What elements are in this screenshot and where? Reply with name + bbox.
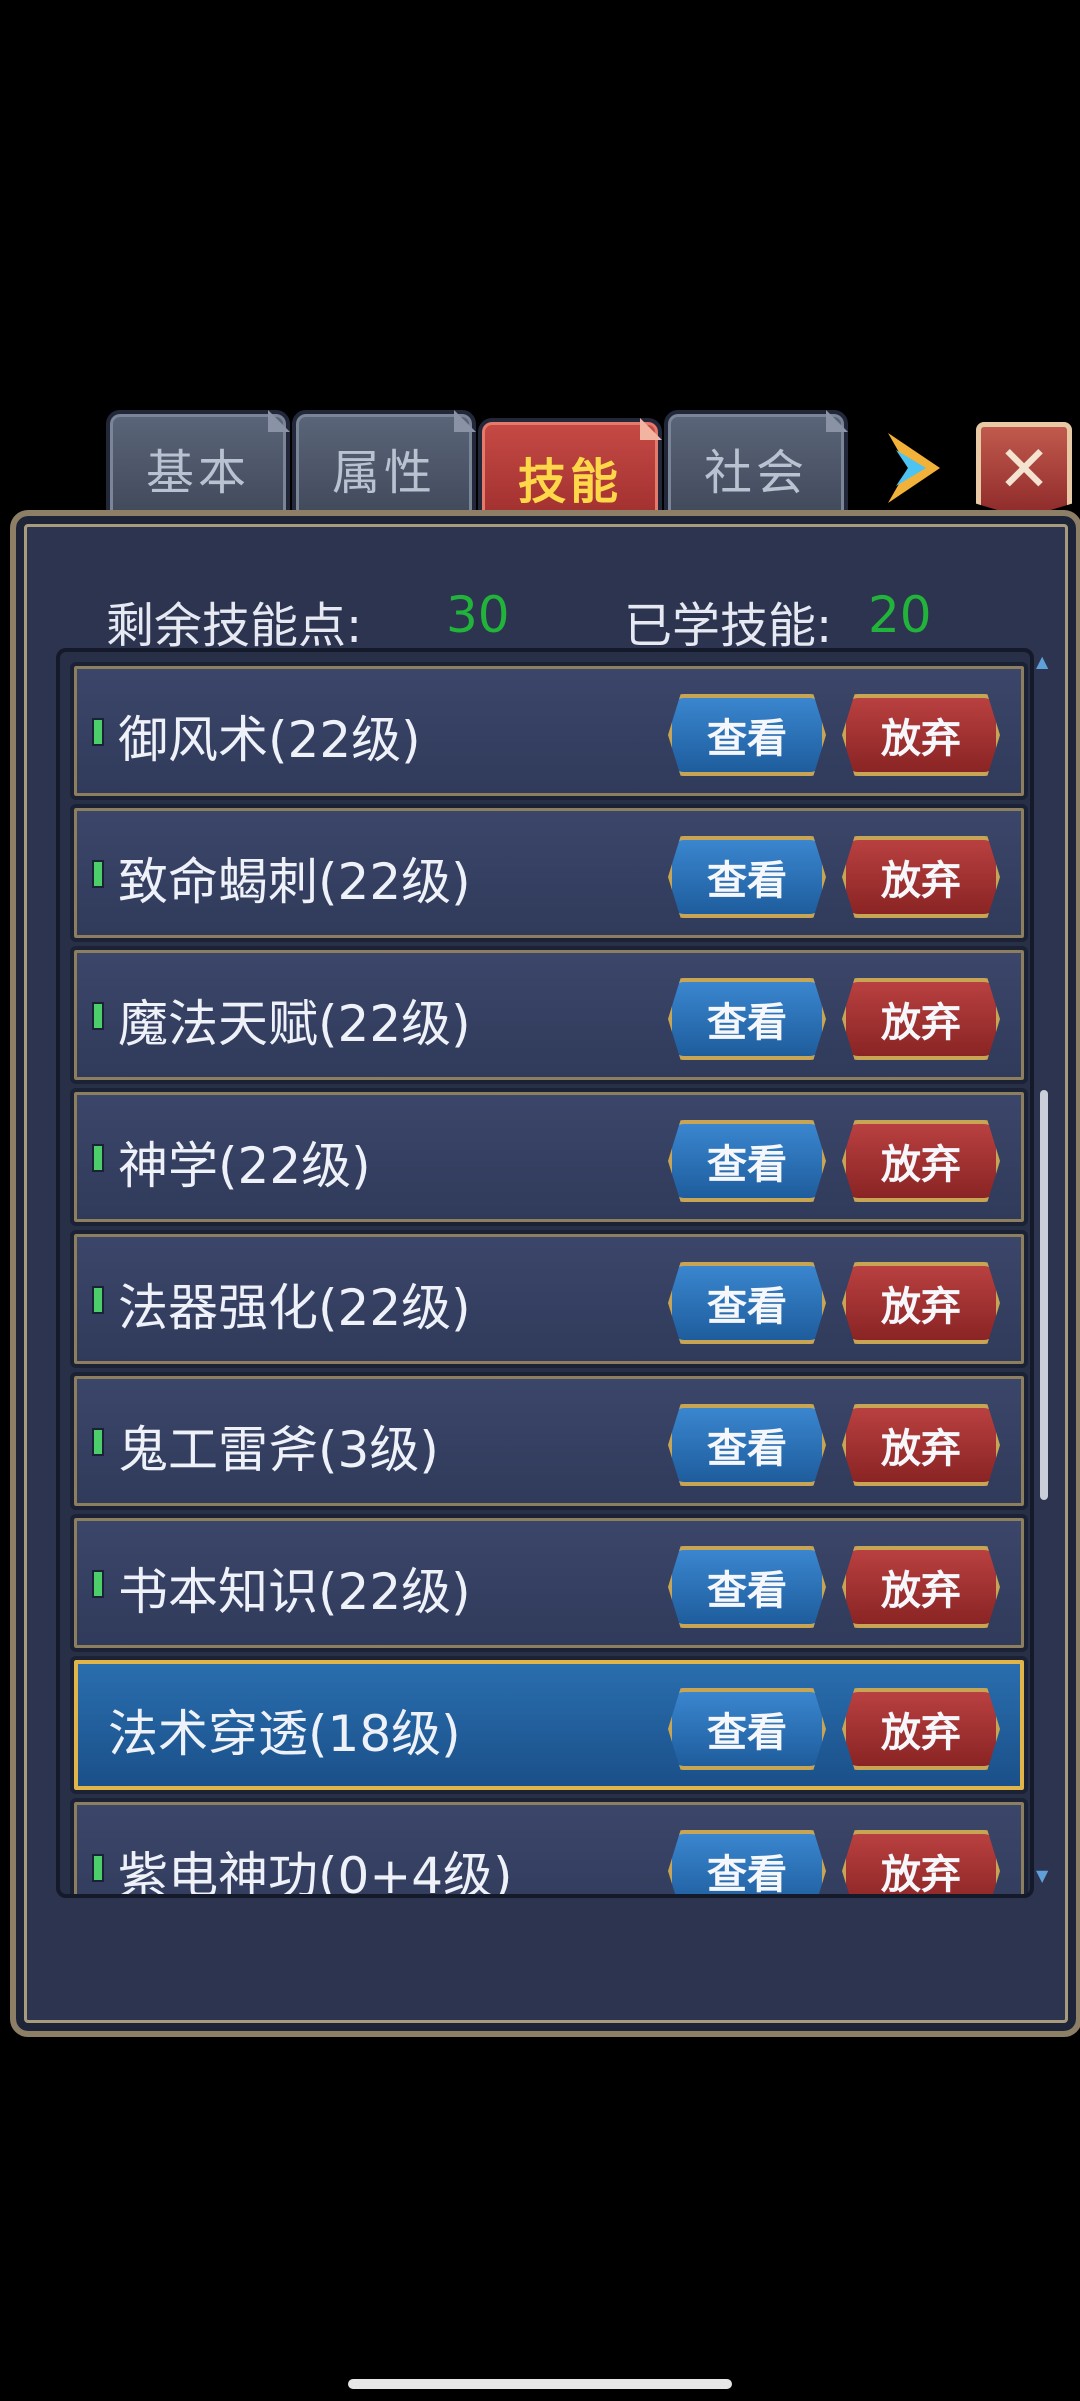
tab-social[interactable]: 社会 [664, 410, 848, 526]
abandon-label: 放弃 [881, 1852, 961, 1898]
abandon-label: 放弃 [881, 1142, 961, 1188]
view-button[interactable]: 查看 [668, 694, 826, 776]
view-button[interactable]: 查看 [668, 978, 826, 1060]
scrollbar-thumb[interactable] [1040, 1090, 1048, 1500]
remaining-points-label: 剩余技能点: [106, 598, 363, 654]
view-label: 查看 [707, 1000, 787, 1046]
abandon-label: 放弃 [881, 1284, 961, 1330]
abandon-label: 放弃 [881, 716, 961, 762]
learned-skills-value: 20 [868, 586, 932, 644]
remaining-points-value: 30 [446, 586, 510, 644]
skill-row-selected[interactable]: 法术穿透(18级) 查看 放弃 [70, 1656, 1028, 1794]
view-label: 查看 [707, 1426, 787, 1472]
abandon-button[interactable]: 放弃 [842, 836, 1000, 918]
close-button[interactable]: ✕ [976, 422, 1072, 518]
skill-row[interactable]: 法器强化(22级) 查看 放弃 [70, 1230, 1028, 1368]
status-indicator [92, 1002, 104, 1030]
tab-attributes-label: 属性 [331, 445, 436, 501]
view-label: 查看 [707, 1852, 787, 1898]
view-label: 查看 [707, 1142, 787, 1188]
next-arrow-icon[interactable] [878, 428, 948, 508]
skill-name: 鬼工雷斧(3级) [118, 1421, 439, 1479]
status-indicator [92, 1428, 104, 1456]
view-button[interactable]: 查看 [668, 1688, 826, 1770]
status-indicator [92, 1144, 104, 1172]
status-indicator [92, 1570, 104, 1598]
view-button[interactable]: 查看 [668, 1120, 826, 1202]
abandon-label: 放弃 [881, 1710, 961, 1756]
abandon-button[interactable]: 放弃 [842, 978, 1000, 1060]
skill-row[interactable]: 书本知识(22级) 查看 放弃 [70, 1514, 1028, 1652]
abandon-button[interactable]: 放弃 [842, 1262, 1000, 1344]
close-icon: ✕ [997, 433, 1051, 507]
status-indicator [92, 1286, 104, 1314]
tab-skills-label: 技能 [517, 454, 622, 510]
learned-skills-label: 已学技能: [624, 598, 833, 654]
abandon-button[interactable]: 放弃 [842, 1120, 1000, 1202]
abandon-button[interactable]: 放弃 [842, 1546, 1000, 1628]
skill-name: 神学(22级) [118, 1137, 371, 1195]
view-button[interactable]: 查看 [668, 836, 826, 918]
skill-name: 紫电神功(0+4级) [118, 1847, 513, 1898]
skill-name: 致命蝎刺(22级) [118, 853, 471, 911]
skill-name: 书本知识(22级) [118, 1563, 471, 1621]
abandon-button[interactable]: 放弃 [842, 1688, 1000, 1770]
abandon-button[interactable]: 放弃 [842, 694, 1000, 776]
status-indicator [92, 718, 104, 746]
abandon-label: 放弃 [881, 858, 961, 904]
tab-basic-label: 基本 [145, 445, 250, 501]
tab-attributes[interactable]: 属性 [292, 410, 476, 526]
tab-social-label: 社会 [703, 445, 808, 501]
view-button[interactable]: 查看 [668, 1262, 826, 1344]
view-button[interactable]: 查看 [668, 1830, 826, 1898]
skill-row[interactable]: 鬼工雷斧(3级) 查看 放弃 [70, 1372, 1028, 1510]
view-label: 查看 [707, 716, 787, 762]
view-label: 查看 [707, 1710, 787, 1756]
skill-name: 法术穿透(18级) [108, 1705, 461, 1763]
view-label: 查看 [707, 1568, 787, 1614]
status-indicator [92, 860, 104, 888]
abandon-label: 放弃 [881, 1568, 961, 1614]
skill-name: 法器强化(22级) [118, 1279, 471, 1337]
view-button[interactable]: 查看 [668, 1404, 826, 1486]
view-label: 查看 [707, 858, 787, 904]
skill-list[interactable]: 御风术(22级) 查看 放弃 致命蝎刺(22级) 查看 放弃 魔法天赋(22级)… [56, 648, 1034, 1898]
skill-stats: 剩余技能点: 30 已学技能: 20 [0, 580, 1080, 654]
skill-row[interactable]: 御风术(22级) 查看 放弃 [70, 662, 1028, 800]
skill-row[interactable]: 魔法天赋(22级) 查看 放弃 [70, 946, 1028, 1084]
view-button[interactable]: 查看 [668, 1546, 826, 1628]
home-indicator[interactable] [348, 2379, 732, 2389]
abandon-button[interactable]: 放弃 [842, 1830, 1000, 1898]
skill-row[interactable]: 紫电神功(0+4级) 查看 放弃 [70, 1798, 1028, 1898]
scroll-down-icon[interactable]: ▼ [1036, 1866, 1048, 1885]
tab-basic[interactable]: 基本 [106, 410, 290, 526]
status-indicator [92, 1854, 104, 1882]
abandon-button[interactable]: 放弃 [842, 1404, 1000, 1486]
skill-row[interactable]: 致命蝎刺(22级) 查看 放弃 [70, 804, 1028, 942]
skill-row[interactable]: 神学(22级) 查看 放弃 [70, 1088, 1028, 1226]
abandon-label: 放弃 [881, 1426, 961, 1472]
skill-name: 魔法天赋(22级) [118, 995, 471, 1053]
skill-name: 御风术(22级) [118, 711, 421, 769]
abandon-label: 放弃 [881, 1000, 961, 1046]
view-label: 查看 [707, 1284, 787, 1330]
